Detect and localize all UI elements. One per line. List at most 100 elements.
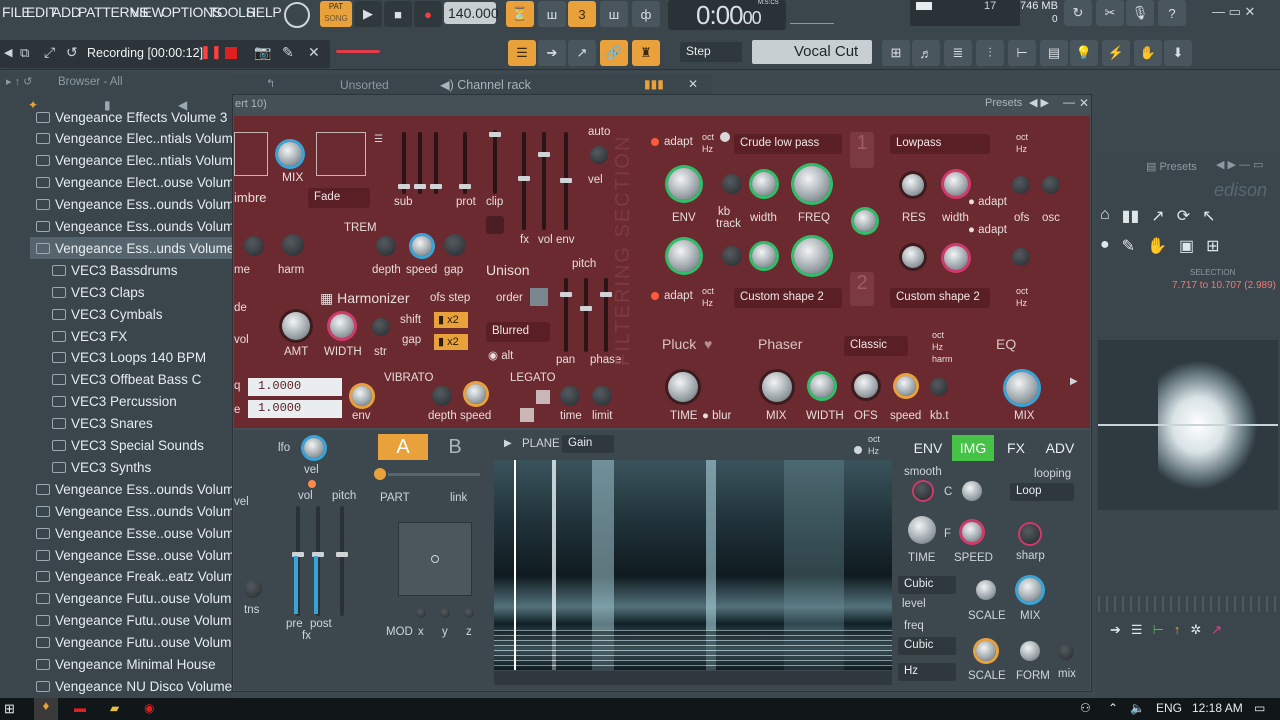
blur-toggle[interactable]: ● blur <box>702 410 731 422</box>
browser-subfolder-item[interactable]: VEC3 Claps <box>52 281 145 303</box>
presets-label[interactable]: Presets <box>985 97 1022 109</box>
snap-icon[interactable]: ↗ <box>568 40 596 66</box>
filter2-kb-knob[interactable] <box>722 246 742 266</box>
lightbulb-icon[interactable]: 💡 <box>1070 40 1098 66</box>
smooth-c-knob[interactable] <box>914 482 932 500</box>
volume-icon[interactable]: 🔈 <box>1130 701 1145 715</box>
playlist-icon[interactable]: ☰ <box>508 40 536 66</box>
stop-icon[interactable]: ■ <box>384 1 412 27</box>
blend-notes-icon[interactable]: ш <box>600 1 628 27</box>
recording-slider[interactable] <box>336 50 380 53</box>
channel-rack-icon[interactable]: ⊞ <box>882 40 910 66</box>
res-knob[interactable] <box>902 174 924 196</box>
pause-icon[interactable]: ❚❚ <box>200 44 222 60</box>
edison-presets[interactable]: ▤ Presets <box>1146 160 1197 173</box>
download-icon[interactable]: ⬇ <box>1164 40 1192 66</box>
legato-time-knob[interactable] <box>560 386 580 406</box>
lowpass-select[interactable]: Lowpass <box>890 134 990 154</box>
filter2-env-knob[interactable] <box>668 240 700 272</box>
pluck-time-knob[interactable] <box>668 372 698 402</box>
edison-toolbar-2[interactable]: ● ✎ ✋ ▣ ⊞ <box>1100 236 1276 262</box>
language-indicator[interactable]: ENG <box>1156 701 1182 715</box>
edison-nav-icons[interactable]: ◀ ▶ — ▭ <box>1216 158 1263 171</box>
loop-record-icon[interactable]: ф <box>632 1 660 27</box>
trem-depth-knob[interactable] <box>376 236 396 256</box>
clip-fader[interactable] <box>489 130 501 194</box>
img-time-knob[interactable] <box>908 516 936 544</box>
harmonizer-amt-knob[interactable] <box>282 312 310 340</box>
browser-subfolder-item[interactable]: VEC3 Snares <box>52 413 153 435</box>
freq-interp-select[interactable]: Cubic <box>898 637 956 655</box>
clip-mode-icon[interactable] <box>486 216 504 234</box>
tab-channel-rack[interactable]: ◀) Channel rack <box>440 77 531 92</box>
legato-button-2[interactable] <box>520 408 534 422</box>
vibrato-value-2[interactable]: 1.0000 <box>248 400 342 418</box>
mod-z-knob[interactable] <box>464 608 474 618</box>
fx-fader-lower[interactable] <box>336 506 348 616</box>
eq-mix-knob[interactable] <box>1006 372 1038 404</box>
mod-y-knob[interactable] <box>440 608 450 618</box>
env-fader[interactable] <box>560 132 572 230</box>
plugin-close-icon[interactable]: ✕ <box>1079 96 1089 110</box>
snap-select[interactable]: Step <box>680 42 742 62</box>
edison-scroll-ruler[interactable] <box>1098 596 1278 612</box>
trem-speed-knob[interactable] <box>412 236 432 256</box>
settings-icon[interactable]: ⤢ <box>44 44 55 61</box>
people-icon[interactable]: ⚇ <box>1080 701 1091 715</box>
wait-icon[interactable]: ш <box>538 1 566 27</box>
part-a-button[interactable]: A <box>378 434 428 460</box>
vibrato-value-1[interactable]: 1.0000 <box>248 378 342 396</box>
alt-toggle[interactable]: ◉ alt <box>488 348 513 362</box>
filter1-kb-track-knob[interactable] <box>722 174 742 194</box>
page-icon[interactable]: ▤ <box>1040 40 1068 66</box>
vel-led[interactable] <box>308 480 316 488</box>
hand-icon[interactable]: ✋ <box>1134 40 1162 66</box>
link-icon[interactable]: 🔗 <box>600 40 628 66</box>
sub-fader-1[interactable] <box>398 132 410 194</box>
freq-form-knob[interactable] <box>1020 641 1040 661</box>
pencil-icon[interactable]: ✎ <box>282 44 294 61</box>
phaser-mode-select[interactable]: Classic <box>844 336 908 356</box>
recorder-taskbar-icon[interactable]: ▬ <box>74 701 86 715</box>
camera-icon[interactable]: 📷 <box>254 44 271 61</box>
browser-subfolder-item[interactable]: VEC3 Percussion <box>52 391 177 413</box>
fl-studio-taskbar-icon[interactable]: ♦ <box>34 698 58 720</box>
harmonizer-width-knob[interactable] <box>330 314 354 338</box>
microphone-icon[interactable]: 🎙 <box>1126 0 1154 26</box>
filter1-type-select[interactable]: Crude low pass <box>734 134 842 154</box>
browser-subfolder-item[interactable]: VEC3 Cymbals <box>52 303 163 325</box>
unison-pitch-fader[interactable] <box>580 278 592 352</box>
menu-add[interactable]: ADD <box>52 4 81 20</box>
browser-folder-item[interactable]: Vengeance Esse..ouse Volume 2 <box>36 544 253 566</box>
metronome-icon[interactable]: ⏳ <box>506 1 534 27</box>
folder-taskbar-icon[interactable]: ▰ <box>110 701 119 715</box>
auto-knob[interactable] <box>590 146 608 164</box>
tab-img[interactable]: IMG <box>952 435 994 461</box>
freq-mix-knob[interactable] <box>1058 644 1074 660</box>
harmonizer-str-knob[interactable] <box>372 318 390 336</box>
notifications-icon[interactable]: ▭ <box>1254 701 1265 715</box>
windows-start-icon[interactable]: ⊞ <box>4 701 15 717</box>
adapt-led-2[interactable] <box>651 292 659 300</box>
freq-scale-knob[interactable] <box>976 641 996 661</box>
res-width-knob[interactable] <box>944 172 968 196</box>
adapt-led-1[interactable] <box>651 138 659 146</box>
browser-folder-item[interactable]: Vengeance Futu..ouse Volume 3 <box>36 632 250 654</box>
play-button[interactable]: ▶ <box>354 1 382 27</box>
menu-view[interactable]: VIEW <box>130 4 165 20</box>
adapt-toggle-3[interactable]: ● adapt <box>968 224 1007 236</box>
browser-folder-item[interactable]: Vengeance Ess..ounds Volume 2 <box>36 216 253 238</box>
harm-knob[interactable] <box>282 234 304 256</box>
gap-step-select[interactable]: ▮ x2 <box>434 334 468 350</box>
browser-folder-item[interactable]: Vengeance Futu..ouse Volume 1 <box>36 588 250 610</box>
timbre-waveform-1[interactable] <box>234 132 268 176</box>
close-icon[interactable]: ✕ <box>308 44 320 61</box>
stop-record-icon[interactable] <box>225 47 237 59</box>
browser-folder-item[interactable]: Vengeance Ess..ounds Volume 4 <box>36 478 253 500</box>
browser-folder-item[interactable]: Vengeance Ess..unds Volume 3 <box>30 237 246 260</box>
prot-fader[interactable] <box>459 132 471 194</box>
filter-mix-knob[interactable] <box>854 210 876 232</box>
filter1-width-knob[interactable] <box>752 172 776 196</box>
browser-folder-item[interactable]: Vengeance Elect..ouse Volume 3 <box>36 172 253 194</box>
undo-icon[interactable]: ↻ <box>1064 0 1092 26</box>
